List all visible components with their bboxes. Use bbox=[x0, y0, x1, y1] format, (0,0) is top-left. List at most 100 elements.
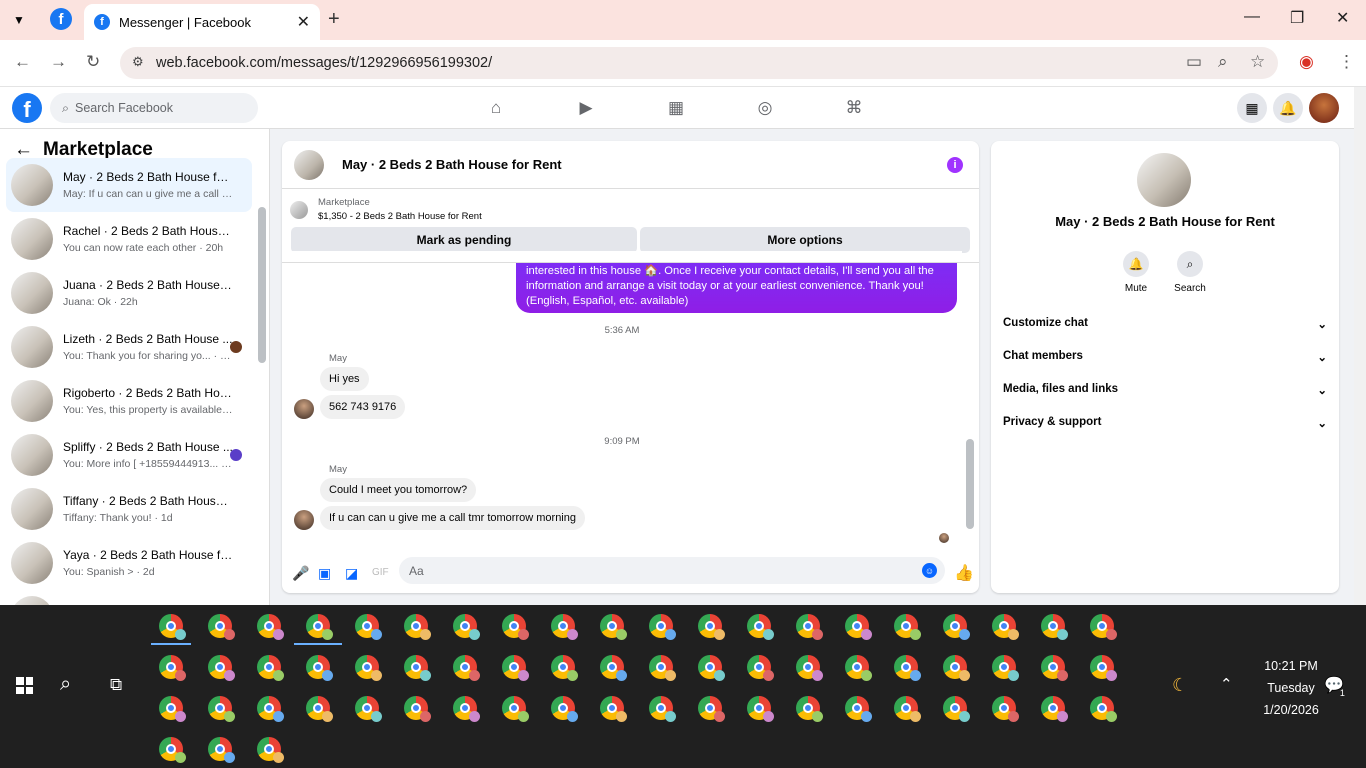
chrome-window-icon[interactable] bbox=[845, 655, 872, 681]
chat-scrollbar[interactable] bbox=[966, 439, 974, 529]
facebook-search-input[interactable]: ⌕ Search Facebook bbox=[50, 93, 258, 123]
minimize-icon[interactable]: — bbox=[1244, 8, 1260, 26]
chrome-window-icon[interactable] bbox=[796, 614, 823, 640]
chrome-window-icon[interactable] bbox=[1090, 696, 1117, 722]
tab-close-icon[interactable]: ✕ bbox=[297, 12, 310, 32]
home-icon[interactable]: ⌂ bbox=[485, 98, 507, 118]
task-view-icon[interactable]: ⧉ bbox=[110, 675, 122, 695]
mute-button[interactable]: 🔔 Mute bbox=[1111, 251, 1161, 294]
chrome-window-icon[interactable] bbox=[404, 614, 431, 640]
privacy-support-row[interactable]: Privacy & support ⌄ bbox=[1003, 416, 1327, 430]
chrome-window-icon[interactable] bbox=[159, 737, 186, 763]
search-icon[interactable]: ⌕ bbox=[60, 673, 71, 696]
chrome-window-icon[interactable] bbox=[698, 696, 725, 722]
conversation-item[interactable]: Lizeth · 2 Beds 2 Bath House ... You: Tha… bbox=[6, 320, 252, 374]
gif-icon[interactable]: GIF bbox=[372, 567, 389, 578]
weather-icon[interactable]: ☾ bbox=[1172, 675, 1188, 696]
conversation-item[interactable]: Jose · 2 Beds 2 Bath House fo... bbox=[6, 590, 252, 605]
chrome-window-icon[interactable] bbox=[894, 614, 921, 640]
window-close-icon[interactable]: ✕ bbox=[1336, 8, 1349, 28]
chrome-window-icon[interactable] bbox=[600, 655, 627, 681]
forward-icon[interactable]: → bbox=[50, 52, 67, 72]
back-icon[interactable]: ← bbox=[14, 52, 31, 72]
chrome-window-icon[interactable] bbox=[453, 655, 480, 681]
chrome-window-icon[interactable] bbox=[894, 655, 921, 681]
site-settings-icon[interactable]: ⚙ bbox=[132, 54, 144, 70]
chrome-window-icon[interactable] bbox=[502, 655, 529, 681]
chrome-window-icon[interactable] bbox=[943, 696, 970, 722]
emoji-icon[interactable]: ☺ bbox=[922, 563, 937, 578]
chrome-window-icon[interactable] bbox=[649, 655, 676, 681]
conversation-item[interactable]: Tiffany · 2 Beds 2 Bath House f... Tiffan… bbox=[6, 482, 252, 536]
search-in-chat-button[interactable]: ⌕ Search bbox=[1165, 251, 1215, 294]
profile-icon[interactable]: ◉ bbox=[1299, 52, 1314, 72]
chrome-window-icon[interactable] bbox=[257, 696, 284, 722]
conversation-item[interactable]: May · 2 Beds 2 Bath House for ... May: If… bbox=[6, 158, 252, 212]
incoming-message[interactable]: 562 743 9176 bbox=[320, 395, 406, 419]
address-bar[interactable]: ⚙ web.facebook.com/messages/t/1292966956… bbox=[120, 47, 1278, 79]
chrome-window-icon[interactable] bbox=[894, 696, 921, 722]
menu-grid-icon[interactable]: ▦ bbox=[1237, 93, 1267, 123]
chrome-window-icon[interactable] bbox=[404, 696, 431, 722]
marketplace-icon[interactable]: ▦ bbox=[665, 98, 687, 118]
chrome-window-icon[interactable] bbox=[600, 696, 627, 722]
chrome-window-icon[interactable] bbox=[1090, 614, 1117, 640]
chrome-window-icon[interactable] bbox=[796, 696, 823, 722]
details-avatar[interactable] bbox=[1137, 153, 1191, 207]
conversation-item[interactable]: Rigoberto · 2 Beds 2 Bath Hous... You: Ye… bbox=[6, 374, 252, 428]
tab-search-chevron-icon[interactable]: ▼ bbox=[8, 9, 30, 31]
chrome-window-icon[interactable] bbox=[1041, 614, 1068, 640]
chrome-window-icon[interactable] bbox=[600, 614, 627, 640]
chrome-window-icon[interactable] bbox=[649, 614, 676, 640]
sender-avatar[interactable] bbox=[294, 510, 314, 530]
microphone-icon[interactable]: 🎤 bbox=[292, 565, 309, 582]
chrome-window-icon[interactable] bbox=[747, 614, 774, 640]
chrome-window-icon[interactable] bbox=[796, 655, 823, 681]
chrome-window-icon[interactable] bbox=[943, 655, 970, 681]
chrome-window-icon[interactable] bbox=[1041, 655, 1068, 681]
chrome-window-icon[interactable] bbox=[551, 655, 578, 681]
chrome-window-icon[interactable] bbox=[306, 614, 333, 640]
account-avatar[interactable] bbox=[1309, 93, 1339, 123]
tab-messenger[interactable]: f Messenger | Facebook ✕ bbox=[84, 4, 320, 40]
zoom-icon[interactable]: ⌕ bbox=[1218, 52, 1228, 72]
chrome-window-icon[interactable] bbox=[208, 696, 235, 722]
chrome-window-icon[interactable] bbox=[845, 696, 872, 722]
chrome-window-icon[interactable] bbox=[1041, 696, 1068, 722]
chrome-window-icon[interactable] bbox=[992, 614, 1019, 640]
outgoing-message[interactable]: interested in this house 🏠. Once I recei… bbox=[516, 255, 957, 313]
chrome-window-icon[interactable] bbox=[355, 696, 382, 722]
chrome-window-icon[interactable] bbox=[208, 614, 235, 640]
notification-center-icon[interactable]: 💬1 bbox=[1324, 675, 1349, 698]
chrome-window-icon[interactable] bbox=[355, 655, 382, 681]
chrome-window-icon[interactable] bbox=[845, 614, 872, 640]
chrome-window-icon[interactable] bbox=[306, 655, 333, 681]
chrome-window-icon[interactable] bbox=[502, 696, 529, 722]
chrome-window-icon[interactable] bbox=[1090, 655, 1117, 681]
incoming-message[interactable]: Could I meet you tomorrow? bbox=[320, 478, 477, 502]
chrome-window-icon[interactable] bbox=[992, 655, 1019, 681]
chrome-window-icon[interactable] bbox=[747, 655, 774, 681]
chrome-window-icon[interactable] bbox=[257, 614, 284, 640]
chrome-window-icon[interactable] bbox=[306, 696, 333, 722]
chrome-window-icon[interactable] bbox=[453, 696, 480, 722]
restore-icon[interactable]: ❐ bbox=[1290, 8, 1304, 28]
chrome-window-icon[interactable] bbox=[943, 614, 970, 640]
chrome-window-icon[interactable] bbox=[747, 696, 774, 722]
conversation-item[interactable]: Yaya · 2 Beds 2 Bath House for ... You: S… bbox=[6, 536, 252, 590]
facebook-pinned-tab-icon[interactable]: f bbox=[50, 8, 72, 30]
photo-icon[interactable]: ▣ bbox=[318, 565, 331, 582]
customize-chat-row[interactable]: Customize chat ⌄ bbox=[1003, 317, 1327, 331]
chrome-window-icon[interactable] bbox=[649, 696, 676, 722]
sidebar-scrollbar[interactable] bbox=[258, 207, 266, 363]
chrome-window-icon[interactable] bbox=[404, 655, 431, 681]
video-icon[interactable]: ▶ bbox=[575, 98, 597, 118]
media-files-links-row[interactable]: Media, files and links ⌄ bbox=[1003, 383, 1327, 397]
chat-members-row[interactable]: Chat members ⌄ bbox=[1003, 350, 1327, 364]
like-thumbs-up-icon[interactable]: 👍 bbox=[954, 563, 974, 583]
new-tab-icon[interactable]: + bbox=[328, 8, 340, 31]
chrome-window-icon[interactable] bbox=[992, 696, 1019, 722]
chrome-window-icon[interactable] bbox=[355, 614, 382, 640]
chrome-window-icon[interactable] bbox=[257, 655, 284, 681]
conversation-item[interactable]: Juana · 2 Beds 2 Bath House for... Juana:… bbox=[6, 266, 252, 320]
